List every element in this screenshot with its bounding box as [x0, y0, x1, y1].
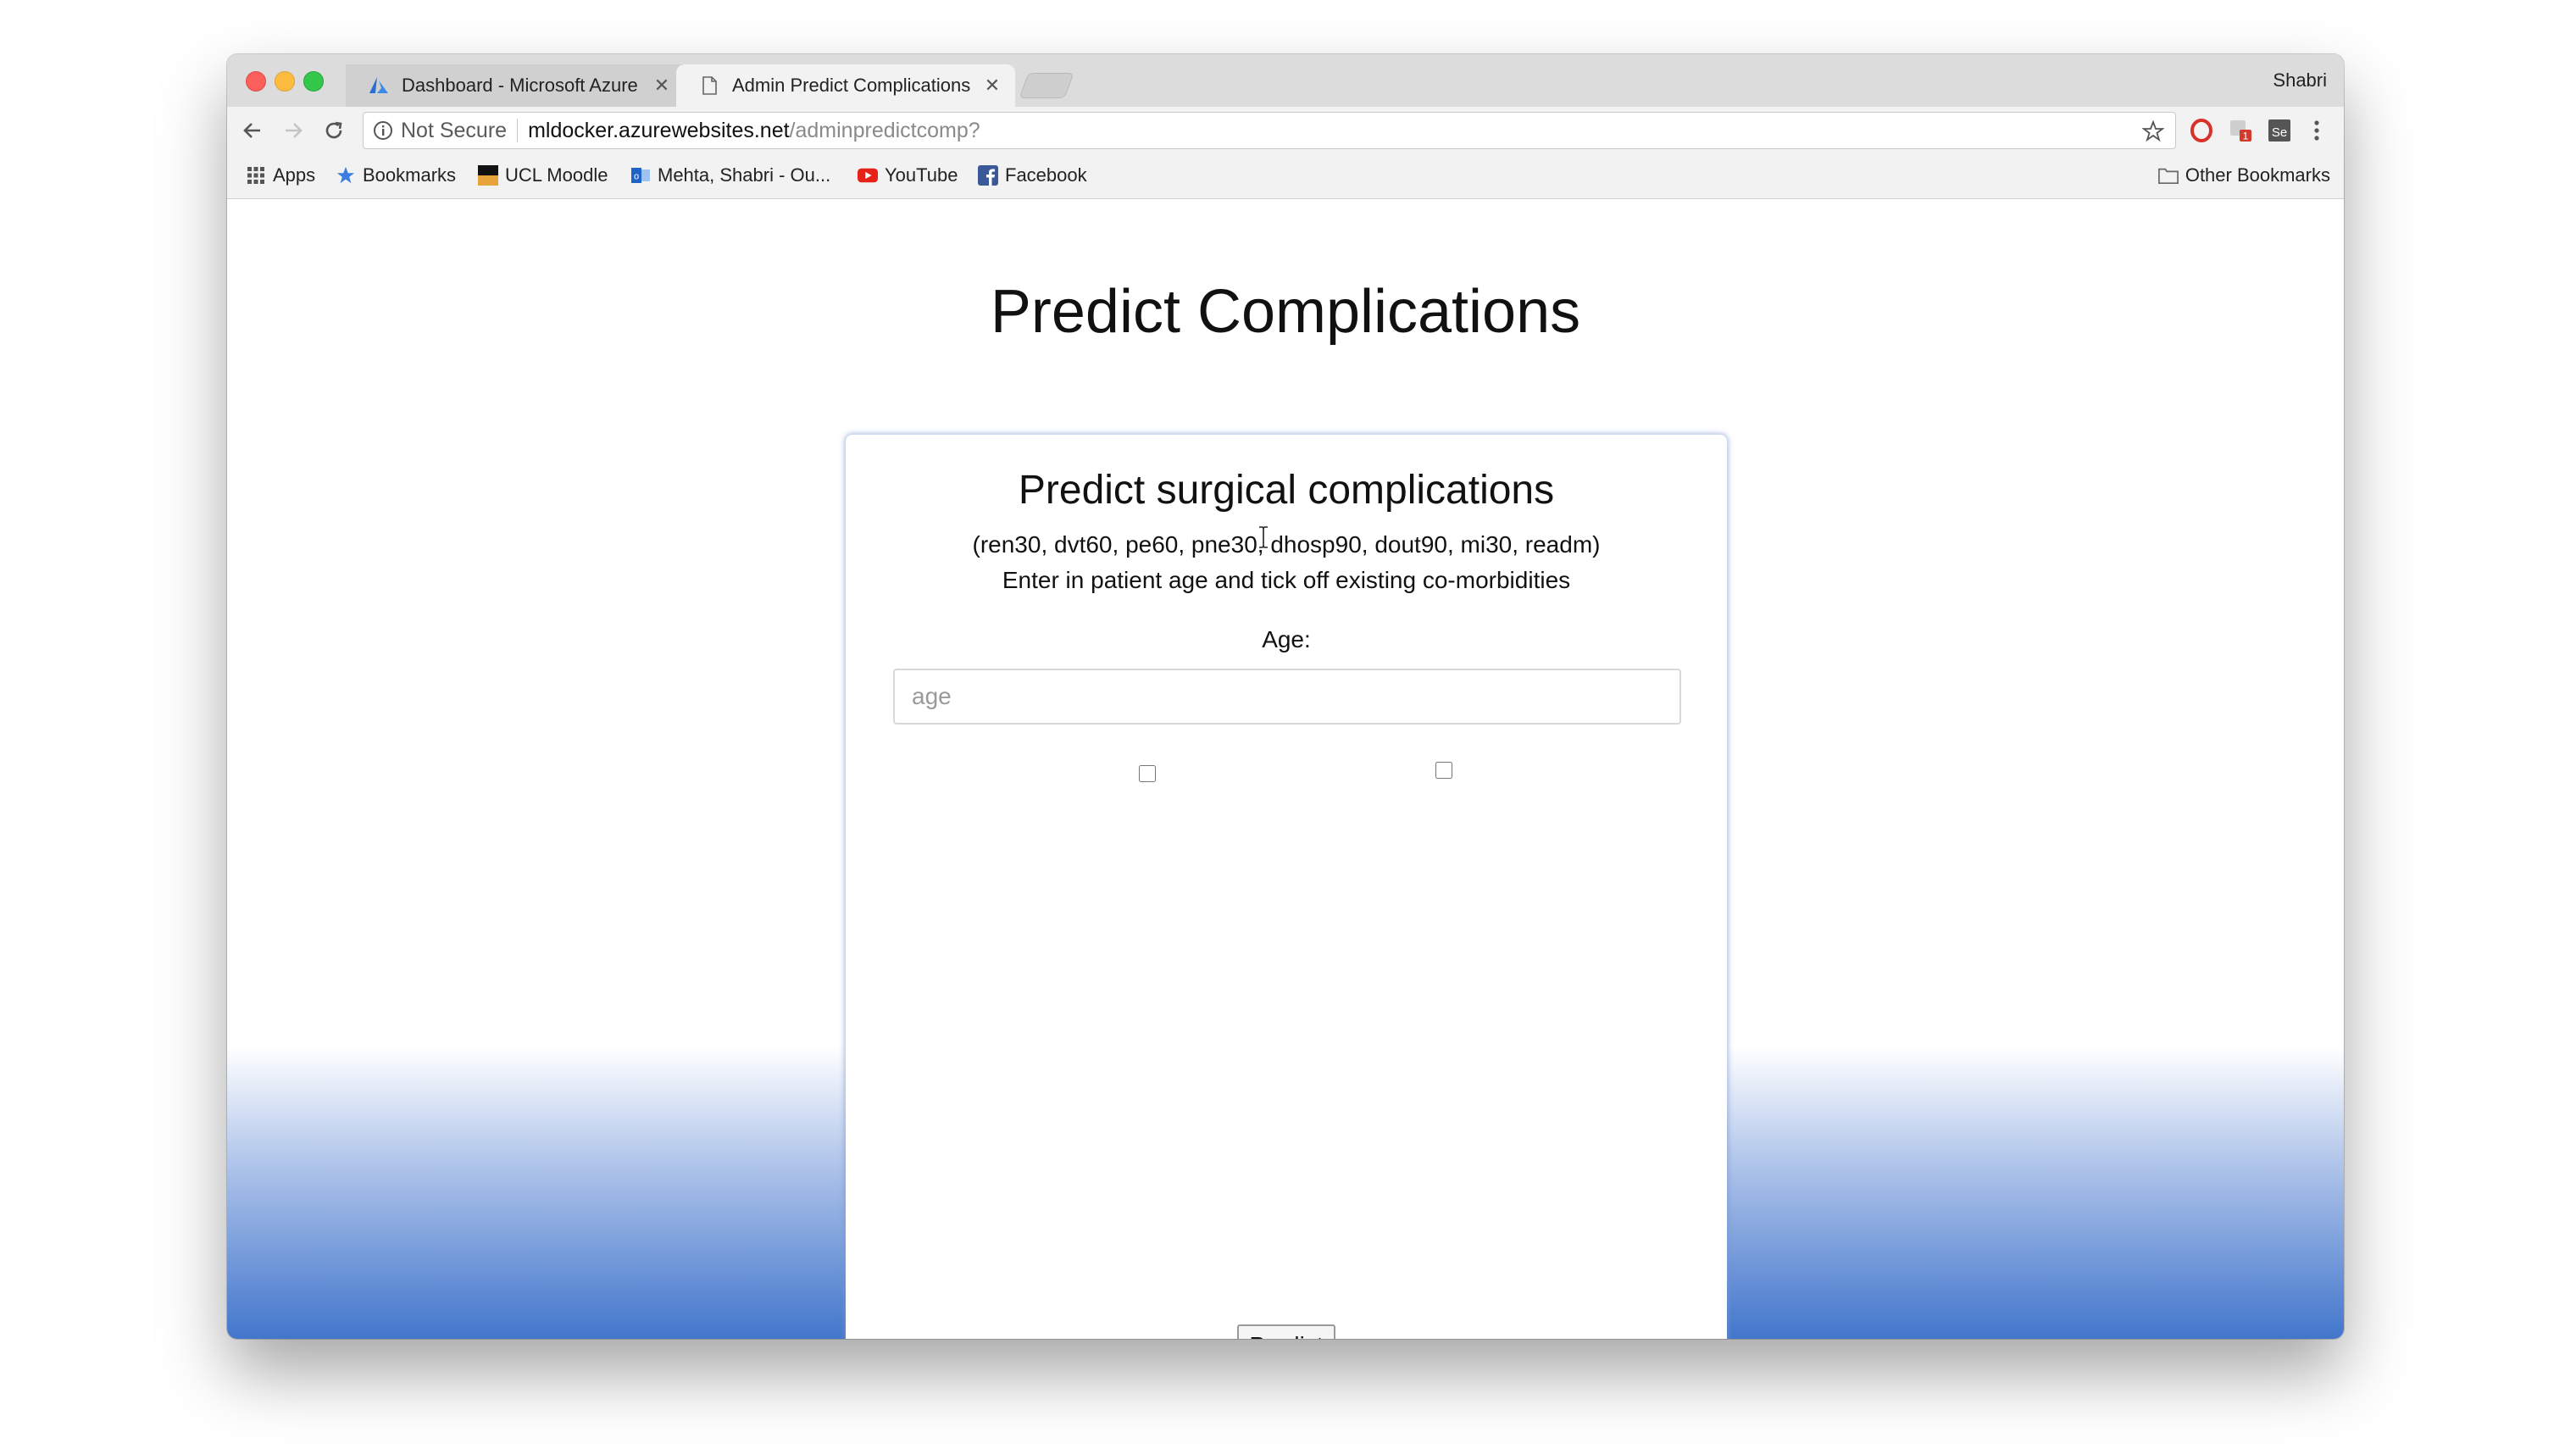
- bookmark-outlook[interactable]: o Mehta, Shabri - Ou...: [630, 164, 830, 186]
- outlook-icon: o: [630, 165, 651, 186]
- url-path: /adminpredictcomp?: [789, 118, 980, 142]
- browser-window: Dashboard - Microsoft Azure ✕ Admin Pred…: [227, 54, 2344, 1339]
- tab-strip: Dashboard - Microsoft Azure ✕ Admin Pred…: [227, 54, 2344, 108]
- reload-button[interactable]: [319, 115, 349, 146]
- forward-button[interactable]: [278, 115, 308, 146]
- bookmark-label: Mehta, Shabri - Ou...: [658, 164, 831, 186]
- tab-admin-predict[interactable]: Admin Predict Complications ✕: [676, 64, 1015, 107]
- folder-icon: [2157, 165, 2179, 186]
- bookmark-label: Facebook: [1005, 164, 1087, 186]
- ucl-icon: [478, 165, 498, 186]
- bookmark-label: YouTube: [885, 164, 958, 186]
- security-label: Not Secure: [401, 118, 508, 142]
- bookmark-facebook[interactable]: Facebook: [978, 164, 1087, 186]
- svg-text:Se: Se: [2272, 125, 2287, 140]
- tab-title: Admin Predict Complications: [732, 75, 971, 96]
- instruction-text: Enter in patient age and tick off existi…: [1002, 567, 1571, 593]
- text-cursor-icon: [1259, 526, 1268, 548]
- svg-text:o: o: [634, 172, 639, 182]
- predict-button[interactable]: Predict: [1237, 1324, 1335, 1339]
- bookmark-star-icon[interactable]: [2141, 119, 2165, 143]
- address-divider: [517, 119, 519, 142]
- youtube-icon: [858, 165, 878, 186]
- new-tab-button[interactable]: [1019, 73, 1074, 98]
- other-bookmarks[interactable]: Other Bookmarks: [2157, 164, 2330, 186]
- comorbidity-checkbox-2[interactable]: [1435, 762, 1452, 779]
- complication-list: (ren30, dvt60, pe60, pne30, dhosp90, dou…: [972, 531, 1601, 558]
- toolbar: Not Secure mldocker.azurewebsites.net/ad…: [227, 107, 2344, 154]
- bookmark-apps[interactable]: Apps: [246, 164, 315, 186]
- close-window-button[interactable]: [246, 71, 266, 92]
- reload-icon: [325, 121, 342, 139]
- page-content: Predict Complications Predict surgical c…: [227, 199, 2344, 1339]
- arrow-left-icon: [243, 123, 260, 138]
- bookmarks-bar: Apps Bookmarks UCL Moodle o Mehta, Shabr…: [227, 154, 2344, 199]
- maximize-window-button[interactable]: [303, 71, 324, 92]
- opera-extension-icon[interactable]: [2188, 117, 2215, 144]
- extension-badge-icon[interactable]: 1: [2227, 117, 2254, 144]
- address-bar[interactable]: Not Secure mldocker.azurewebsites.net/ad…: [363, 112, 2176, 149]
- bookmark-label: Apps: [273, 164, 316, 186]
- bookmark-youtube[interactable]: YouTube: [858, 164, 958, 186]
- extension-badge-count: 1: [2243, 130, 2249, 142]
- minimize-window-button[interactable]: [275, 71, 295, 92]
- bookmark-label: Bookmarks: [363, 164, 457, 186]
- other-bookmarks-label: Other Bookmarks: [2185, 164, 2330, 186]
- age-input[interactable]: [893, 669, 1681, 724]
- tab-title: Dashboard - Microsoft Azure: [402, 75, 638, 96]
- info-icon[interactable]: [372, 119, 394, 142]
- page-icon: [698, 75, 720, 97]
- azure-icon: [368, 75, 390, 97]
- bookmark-ucl-moodle[interactable]: UCL Moodle: [478, 164, 608, 186]
- bookmark-label: UCL Moodle: [505, 164, 608, 186]
- facebook-icon: [978, 165, 998, 186]
- url-host: mldocker.azurewebsites.net: [528, 118, 790, 142]
- age-label: Age:: [1262, 626, 1311, 652]
- profile-name[interactable]: Shabri: [2273, 69, 2327, 92]
- arrow-right-icon: [286, 123, 303, 138]
- card-title: Predict surgical complications: [1018, 468, 1555, 513]
- page-title: Predict Complications: [990, 278, 1581, 346]
- comorbidity-checkbox-1[interactable]: [1139, 765, 1156, 782]
- apps-grid-icon: [246, 165, 266, 186]
- close-icon[interactable]: ✕: [651, 75, 673, 97]
- star-icon: [336, 165, 356, 186]
- close-icon[interactable]: ✕: [981, 75, 1003, 97]
- selenium-extension-icon[interactable]: Se: [2266, 117, 2293, 144]
- predict-card: Predict surgical complications (ren30, d…: [846, 435, 1727, 1339]
- back-button[interactable]: [237, 115, 268, 146]
- bookmark-bookmarks[interactable]: Bookmarks: [336, 164, 456, 186]
- tab-dashboard-azure[interactable]: Dashboard - Microsoft Azure ✕: [346, 64, 685, 107]
- more-menu-icon[interactable]: [2303, 117, 2330, 144]
